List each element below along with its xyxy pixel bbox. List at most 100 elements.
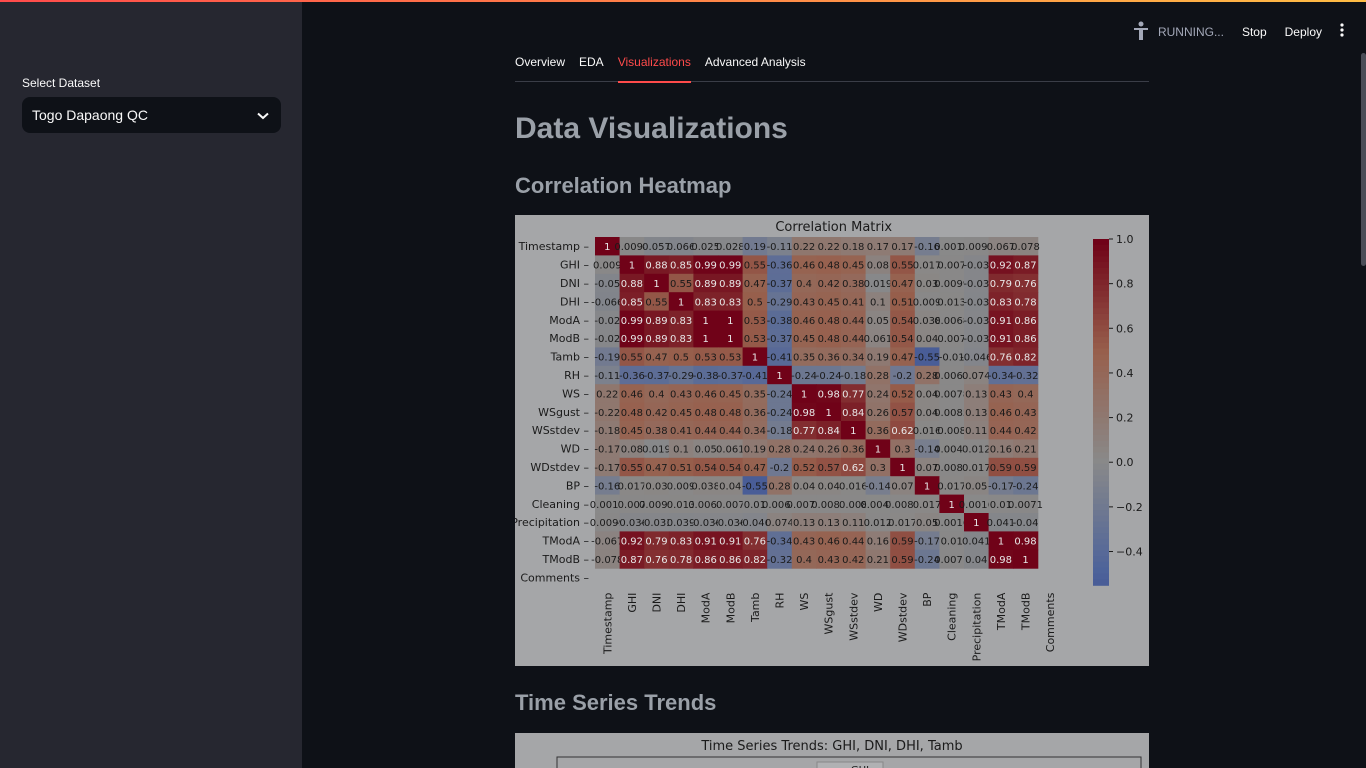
- heatmap-row-label: ModA –: [549, 314, 589, 327]
- heatmap-cell-label: 0.59: [1014, 463, 1036, 474]
- heatmap-cell-label: -0.17: [594, 445, 620, 456]
- tab-advanced-analysis[interactable]: Advanced Analysis: [705, 53, 806, 82]
- heatmap-cell-label: -0.17: [914, 537, 940, 548]
- heatmap-row-label: RH –: [564, 369, 589, 382]
- colorbar-segment: [1093, 475, 1109, 482]
- heatmap-cell-label: 0.28: [768, 445, 790, 456]
- heatmap-cell-label: 0.19: [744, 445, 766, 456]
- stop-button[interactable]: Stop: [1242, 25, 1267, 39]
- heatmap-cell-label: -0.37: [767, 334, 793, 345]
- heatmap-cell-label: 0.38: [645, 426, 667, 437]
- heatmap-cell-label: 0.11: [965, 426, 987, 437]
- colorbar-segment: [1093, 262, 1109, 269]
- heatmap-row-label: Cleaning –: [532, 498, 589, 511]
- heatmap-row-label: WS –: [562, 387, 589, 400]
- heatmap-cell-label: 1: [924, 481, 930, 492]
- running-status-label: RUNNING...: [1157, 25, 1224, 39]
- colorbar-tick-label: 0.6: [1116, 322, 1134, 335]
- heatmap-cell-label: -0.32: [1013, 371, 1039, 382]
- heatmap-row-label: WSstdev –: [532, 424, 589, 437]
- heatmap-cell-label: -0.37: [717, 371, 743, 382]
- heatmap-cell-label: 0.46: [695, 389, 717, 400]
- heatmap-cell-label: 0.98: [818, 389, 840, 400]
- heatmap-cell-label: 1: [776, 371, 782, 382]
- heatmap-cell-label: 0.041: [987, 518, 1016, 529]
- heatmap-row-label: WSgust –: [538, 406, 589, 419]
- heatmap-cell-label: 0.43: [793, 297, 815, 308]
- heatmap-cell-label: -0.24: [1013, 481, 1039, 492]
- heatmap-cell-label: 0.88: [645, 261, 667, 272]
- deploy-button[interactable]: Deploy: [1285, 25, 1322, 39]
- tab-eda[interactable]: EDA: [579, 53, 604, 82]
- colorbar-segment: [1093, 319, 1109, 327]
- dataset-select[interactable]: Togo Dapaong QC: [22, 97, 281, 133]
- heatmap-cell-label: 0.89: [719, 279, 741, 290]
- heatmap-cell-label: 0.44: [990, 426, 1012, 437]
- heatmap-cell-label: 0.98: [990, 555, 1012, 566]
- heatmap-cell-label: 0.028: [716, 242, 745, 253]
- heatmap-cell-label: 0.62: [891, 426, 913, 437]
- colorbar-segment: [1093, 285, 1109, 292]
- heatmap-cell-label: 0.28: [768, 481, 790, 492]
- heatmap-cell-label: 0.42: [818, 279, 840, 290]
- colorbar-segment: [1093, 573, 1109, 581]
- heatmap-cell-label: 1: [678, 297, 684, 308]
- heatmap-cell-label: -0.04: [1013, 518, 1039, 529]
- heatmap-col-label: WSstdev: [847, 592, 860, 641]
- main-menu-icon[interactable]: [1340, 23, 1344, 41]
- heatmap-cell-label: 0.43: [670, 389, 692, 400]
- heatmap-cell-label: 0.77: [793, 426, 815, 437]
- heatmap-cell-label: 0.91: [990, 316, 1012, 327]
- heatmap-cell-label: 0.017: [618, 481, 647, 492]
- heatmap-cell-label: 1: [875, 445, 881, 456]
- heatmap-cell-label: 0.41: [842, 297, 864, 308]
- colorbar-segment: [1093, 383, 1109, 390]
- heatmap-cell-label: 1: [973, 518, 979, 529]
- scrollbar[interactable]: [1361, 53, 1366, 266]
- heatmap-cell-label: 0.009: [593, 261, 622, 272]
- heatmap-cell-label: 1: [604, 242, 610, 253]
- heatmap-cell-label: 0.04: [965, 555, 987, 566]
- correlation-heatmap-chart: Correlation Matrix1 0.00980.0570.0660.025…: [515, 220, 1143, 661]
- heatmap-cell-label: 0.13: [818, 518, 840, 529]
- heatmap-cell-label: 0.061: [864, 334, 893, 345]
- timeseries-title: Time Series Trends: GHI, DNI, DHI, Tamb: [700, 739, 962, 754]
- heatmap-cell-label: 1: [949, 500, 955, 511]
- heatmap-cell-label: 0.89: [645, 316, 667, 327]
- heatmap-cell-label: 0.19: [744, 242, 766, 253]
- colorbar-segment: [1093, 360, 1109, 367]
- heatmap-cell-label: 0.57: [818, 463, 840, 474]
- heatmap-cell-label: 0.013: [937, 297, 966, 308]
- heatmap-cell-label: 1: [850, 426, 856, 437]
- colorbar-segment: [1093, 394, 1109, 402]
- colorbar-segment: [1093, 348, 1109, 356]
- heatmap-cell-label: 0.019: [642, 445, 671, 456]
- heatmap-cell-label: 0.78: [1014, 297, 1036, 308]
- tab-overview[interactable]: Overview: [515, 53, 565, 82]
- tab-visualizations[interactable]: Visualizations: [617, 53, 692, 83]
- heatmap-cell-label: 0.59: [891, 555, 913, 566]
- heatmap-col-label: Cleaning: [946, 593, 959, 641]
- heatmap-cell-label: 0.43: [793, 537, 815, 548]
- heatmap-col-label: WD: [872, 593, 885, 612]
- heatmap-cell-label: -0.03: [963, 279, 989, 290]
- heatmap-cell-label: 0.43: [818, 555, 840, 566]
- colorbar-segment: [1093, 463, 1109, 471]
- heatmap-cell-label: -0.046: [960, 353, 992, 364]
- heatmap-cell-label: 0.017: [937, 481, 966, 492]
- heatmap-cell-label: -0.17: [988, 481, 1014, 492]
- heatmap-cell-label: 0.83: [670, 316, 692, 327]
- colorbar-segment: [1093, 538, 1109, 546]
- heatmap-cell-label: -0.066: [591, 297, 623, 308]
- colorbar-segment: [1093, 296, 1109, 304]
- heatmap-cell-label: -0.05: [594, 279, 620, 290]
- heatmap-cell-label: -0.19: [594, 353, 620, 364]
- heatmap-cell-label: 0.17: [867, 242, 889, 253]
- heatmap-cell-label: 0.44: [842, 537, 864, 548]
- heatmap-cell-label: 0.36: [842, 445, 864, 456]
- heatmap-cell-label: 0.48: [695, 408, 717, 419]
- heatmap-cell-label: 0.4: [649, 389, 665, 400]
- colorbar-segment: [1093, 567, 1109, 575]
- heatmap-col-label: Comments: [1044, 592, 1057, 652]
- heatmap-cell-label: 0.22: [818, 242, 840, 253]
